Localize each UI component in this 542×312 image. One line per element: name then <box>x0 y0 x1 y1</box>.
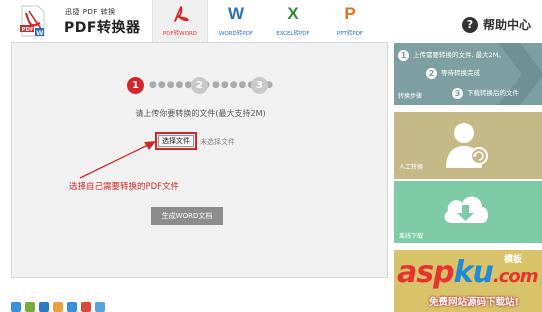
annotation-text: 选择自己需要转换的PDF文件 <box>69 182 180 192</box>
step-text: 等待转换完成 <box>441 69 480 77</box>
conversion-step-3: 3 下载转换后的文件 <box>452 87 519 99</box>
word-icon: W <box>227 4 245 23</box>
watermark-logo: aspku.com <box>397 255 539 290</box>
tab-word-to-pdf[interactable]: W WORD转PDF <box>208 0 264 42</box>
generate-word-button[interactable]: 生成WORD文档 <box>151 207 223 225</box>
site-watermark: aspku.com 免费网站源码下载站! <box>395 255 542 312</box>
offline-download-label: 离线下载 <box>399 233 424 240</box>
ppt-icon: P <box>344 4 356 23</box>
step-2-indicator: 2 <box>191 77 208 94</box>
tab-label: PDF转WORD <box>162 31 198 37</box>
tab-ppt-to-pdf[interactable]: P PPT转PDF <box>322 0 378 42</box>
logo-subtitle: 迅捷 PDF 转换 <box>65 8 116 16</box>
cloud-download-icon <box>444 196 488 223</box>
step-1-indicator: 1 <box>127 77 144 94</box>
annotation-arrow-icon <box>79 141 156 179</box>
acrobat-icon <box>174 6 189 22</box>
tab-label: WORD转PDF <box>218 31 254 37</box>
tab-excel-to-pdf[interactable]: X EXCEL转PDF <box>265 0 321 42</box>
share-icon[interactable] <box>39 302 49 312</box>
step-number: 1 <box>398 49 409 61</box>
step-number: 3 <box>452 87 463 99</box>
step-3-indicator: 3 <box>251 77 268 94</box>
manual-conversion-label: 人工转换 <box>399 164 424 171</box>
excel-icon: X <box>287 4 299 23</box>
manual-conversion-card[interactable]: 人工转换 <box>394 112 542 179</box>
question-icon: ? <box>462 17 478 33</box>
progress-steps: 1 ●●●●●●● 2 ●●●●●●● 3 <box>127 77 273 95</box>
share-icon[interactable] <box>11 302 21 312</box>
share-icon[interactable] <box>81 302 91 312</box>
app-logo[interactable]: PDF W 迅捷 PDF 转换 PDF转换器 <box>20 5 144 39</box>
conversion-step-2: 2 等待转换完成 <box>426 67 480 79</box>
user-refresh-icon <box>446 123 488 168</box>
share-icon[interactable] <box>25 302 35 312</box>
offline-download-card[interactable]: 离线下载 <box>394 181 542 243</box>
step-text: 下载转换后的文件 <box>467 89 519 97</box>
help-center-label: 帮助中心 <box>483 18 532 32</box>
share-icon[interactable] <box>67 302 77 312</box>
step-number: 2 <box>426 67 437 79</box>
tab-pdf-to-word[interactable]: PDF转WORD <box>152 0 208 42</box>
conversion-step-1: 1 上传需要转换的文件, 最大2M。 <box>398 49 505 61</box>
tab-label: PPT转PDF <box>336 31 364 37</box>
pdf-logo-icon: PDF W <box>20 5 45 37</box>
share-icon[interactable] <box>53 302 63 312</box>
svg-text:PDF: PDF <box>22 27 35 33</box>
no-file-status: 未选择文件 <box>200 138 235 146</box>
step-text: 上传需要转换的文件, 最大2M。 <box>413 51 505 59</box>
share-icon[interactable] <box>95 302 105 312</box>
watermark-slogan: 免费网站源码下载站! <box>429 297 519 308</box>
upload-panel: 1 ●●●●●●● 2 ●●●●●●● 3 请上传你要转换的文件(最大支持2M)… <box>11 42 388 278</box>
upload-hint: 请上传你要转换的文件(最大支持2M) <box>135 109 266 118</box>
logo-title: PDF转换器 <box>64 20 141 36</box>
conversion-steps-label: 转换步骤 <box>398 93 423 100</box>
header: PDF W 迅捷 PDF 转换 PDF转换器 PDF转WORD W WORD转P… <box>0 0 542 42</box>
tab-label: EXCEL转PDF <box>276 31 310 37</box>
svg-text:W: W <box>36 29 43 37</box>
conversion-steps-card: 1 上传需要转换的文件, 最大2M。 2 等待转换完成 3 下载转换后的文件 转换步骤 <box>394 43 542 105</box>
